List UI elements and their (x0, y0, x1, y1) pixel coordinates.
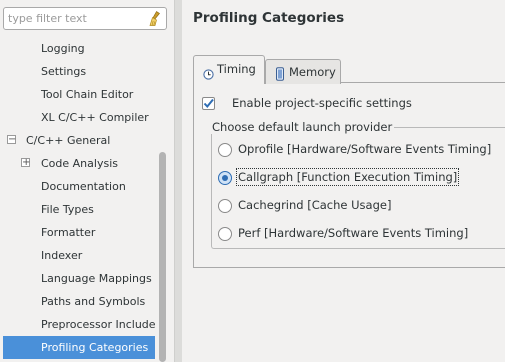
checkbox-label: Enable project-specific settings (232, 96, 412, 110)
tree-item-label: Logging (41, 42, 85, 55)
tree-item-label: Settings (41, 65, 87, 78)
tab-memory[interactable]: Memory (265, 59, 341, 84)
checkbox-box[interactable] (202, 97, 215, 110)
clock-icon (203, 64, 214, 89)
preference-page: Profiling Categories Timing Memory Enabl… (182, 0, 505, 362)
tree-item-code-analysis[interactable]: + Code Analysis (3, 152, 155, 175)
tree-item-cpp-general[interactable]: − C/C++ General (3, 129, 155, 152)
tree-item-file-types[interactable]: File Types (3, 198, 155, 221)
tab-label: Memory (289, 65, 336, 79)
tree-scrollbar[interactable] (156, 37, 168, 362)
tree-item-formatter[interactable]: Formatter (3, 221, 155, 244)
tree-item-label: Code Analysis (41, 157, 118, 170)
preferences-tree: Logging Settings Tool Chain Editor XL C/… (3, 37, 155, 362)
radio-button[interactable] (218, 199, 232, 213)
tree-item-label: XL C/C++ Compiler (41, 111, 149, 124)
tree-item-label: Indexer (41, 249, 83, 262)
memory-icon (275, 65, 285, 90)
radio-button[interactable] (218, 227, 232, 241)
radio-label: Cachegrind [Cache Usage] (238, 198, 392, 212)
tree-item-label: Language Mappings (41, 272, 152, 285)
page-title: Profiling Categories (193, 10, 345, 26)
tree-item-label: Tool Chain Editor (41, 88, 134, 101)
tree-item-profiling-categories[interactable]: Profiling Categories (3, 336, 155, 359)
filter-input[interactable] (8, 10, 144, 27)
tree-item-language-mappings[interactable]: Language Mappings (3, 267, 155, 290)
pane-splitter[interactable] (174, 0, 182, 362)
radio-button[interactable] (218, 143, 232, 157)
tree-item-tool-chain-editor[interactable]: Tool Chain Editor (3, 83, 155, 106)
tree-item-label: Documentation (41, 180, 126, 193)
radio-label: Perf [Hardware/Software Events Timing] (238, 226, 469, 240)
tree-item-logging[interactable]: Logging (3, 37, 155, 60)
tree-item-label: C/C++ General (26, 134, 111, 147)
radio-perf[interactable]: Perf [Hardware/Software Events Timing] (218, 225, 488, 243)
tree-item-preprocessor-include[interactable]: Preprocessor Include Paths (3, 313, 155, 336)
tab-label: Timing (217, 62, 256, 76)
radio-label: Oprofile [Hardware/Software Events Timin… (238, 142, 492, 156)
scrollbar-thumb[interactable] (159, 152, 166, 362)
tree-item-paths-and-symbols[interactable]: Paths and Symbols (3, 290, 155, 313)
tree-item-label: Paths and Symbols (41, 295, 146, 308)
tree-item-indexer[interactable]: Indexer (3, 244, 155, 267)
radio-cachegrind[interactable]: Cachegrind [Cache Usage] (218, 197, 488, 215)
tree-item-label: File Types (41, 203, 94, 216)
tree-item-documentation[interactable]: Documentation (3, 175, 155, 198)
tree-item-label: Preprocessor Include Paths (41, 318, 155, 331)
collapse-toggle-icon[interactable]: − (7, 135, 16, 145)
enable-project-settings-checkbox[interactable]: Enable project-specific settings (202, 96, 442, 112)
expand-toggle-icon[interactable]: + (21, 158, 30, 168)
preferences-navigation-pane: Logging Settings Tool Chain Editor XL C/… (0, 0, 172, 362)
tree-item-xl-compiler[interactable]: XL C/C++ Compiler (3, 106, 155, 129)
clear-filter-icon[interactable] (147, 10, 163, 27)
group-title: Choose default launch provider (210, 120, 395, 134)
filter-box (3, 7, 167, 30)
tree-item-label: Profiling Categories (41, 341, 149, 354)
tree-item-settings[interactable]: Settings (3, 60, 155, 83)
radio-label: Callgraph [Function Execution Timing] (235, 168, 460, 186)
radio-button[interactable] (218, 171, 232, 185)
tab-timing[interactable]: Timing (193, 55, 265, 84)
radio-oprofile[interactable]: Oprofile [Hardware/Software Events Timin… (218, 141, 492, 159)
tree-item-label: Formatter (41, 226, 96, 239)
radio-callgraph[interactable]: Callgraph [Function Execution Timing] (218, 168, 488, 187)
